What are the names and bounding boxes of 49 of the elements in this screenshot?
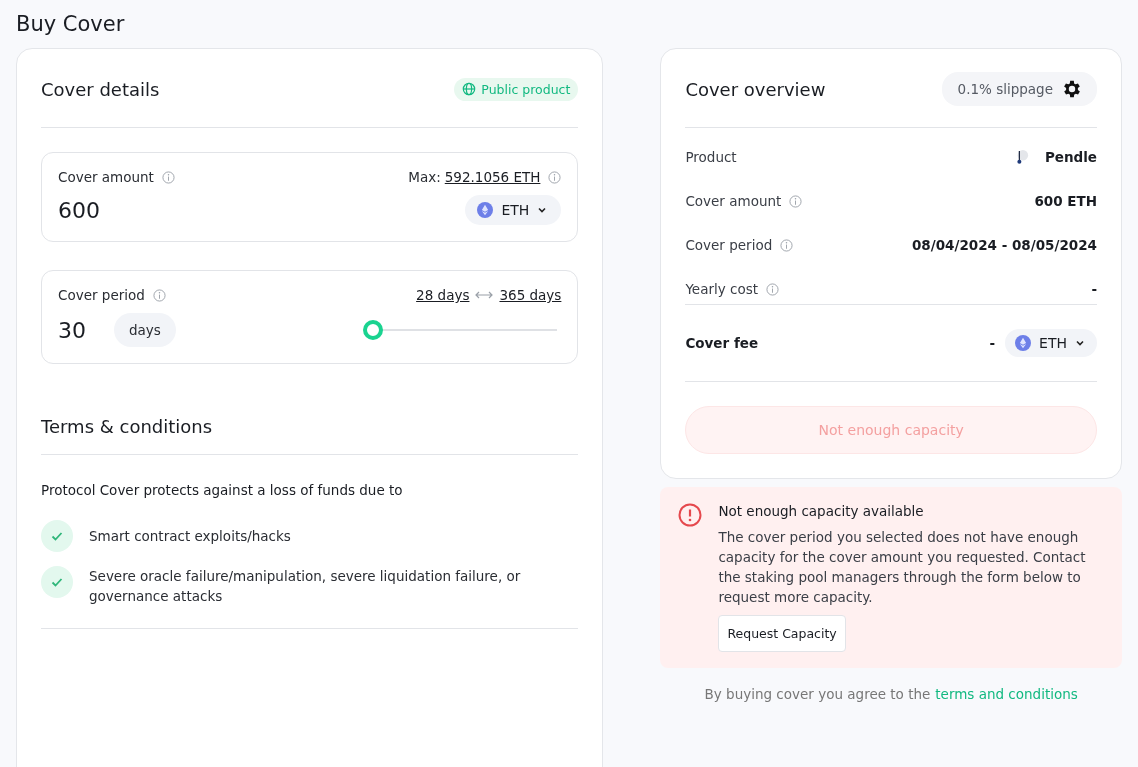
coverage-item-text: Severe oracle failure/manipulation, severe liquidation failure, or governance attacks bbox=[89, 567, 522, 606]
overview-value: - bbox=[1091, 281, 1097, 297]
alert-message: The cover period you selected does not have enough capacity for the cover amount you requested. Contact the staking pool managers through the form below to request more capacity. bbox=[718, 528, 1087, 607]
max-label: Max: bbox=[408, 169, 441, 185]
alert-title: Not enough capacity available bbox=[718, 503, 925, 519]
days-unit-chip: days bbox=[114, 313, 176, 347]
slippage-button[interactable]: 0.1% slippage bbox=[941, 72, 1097, 106]
ethereum-icon bbox=[477, 202, 494, 218]
page-title: Buy Cover bbox=[16, 11, 126, 38]
overview-label: Yearly cost bbox=[685, 281, 758, 297]
overview-label: Cover amount bbox=[685, 193, 782, 209]
max-period-link[interactable]: 365 days bbox=[499, 287, 562, 303]
footer-text: By buying cover you agree to the bbox=[704, 686, 931, 702]
cover-fee-value: - bbox=[989, 335, 996, 351]
overview-value: 600 ETH bbox=[1034, 193, 1097, 209]
max-amount-link[interactable]: 592.1056 ETH bbox=[444, 169, 541, 185]
double-arrow-icon bbox=[475, 290, 494, 300]
ethereum-icon bbox=[1015, 335, 1032, 351]
settings-icon bbox=[1061, 78, 1083, 100]
coverage-item-text: Smart contract exploits/hacks bbox=[89, 527, 291, 546]
cover-period-input[interactable]: 30 bbox=[58, 317, 98, 343]
globe-icon bbox=[462, 82, 477, 96]
chevron-down-icon bbox=[1075, 338, 1085, 348]
section-title: Cover details bbox=[41, 78, 160, 100]
product-name: Pendle bbox=[1044, 149, 1097, 165]
overview-label: Product bbox=[685, 149, 737, 165]
currency-selector[interactable]: ETH bbox=[465, 195, 562, 225]
overview-value: 08/04/2024 - 08/05/2024 bbox=[911, 237, 1097, 253]
min-period-link[interactable]: 28 days bbox=[416, 287, 470, 303]
info-icon bbox=[548, 170, 562, 184]
overview-label: Cover period bbox=[685, 237, 773, 253]
check-icon bbox=[41, 566, 73, 598]
check-icon bbox=[41, 520, 73, 552]
cover-amount-input[interactable]: 600 bbox=[58, 197, 178, 223]
section-title: Terms & conditions bbox=[41, 416, 214, 437]
info-icon bbox=[161, 170, 175, 184]
section-title: Cover overview bbox=[685, 78, 826, 100]
warning-icon bbox=[678, 503, 703, 527]
request-capacity-button[interactable]: Request Capacity bbox=[718, 615, 846, 652]
chevron-down-icon bbox=[537, 205, 548, 215]
product-logo-icon bbox=[1014, 148, 1029, 166]
badge-label: Public product bbox=[481, 81, 571, 97]
field-label: Cover amount bbox=[58, 169, 154, 185]
info-icon bbox=[152, 288, 166, 302]
cover-fee-label: Cover fee bbox=[685, 335, 759, 351]
currency-selector[interactable]: ETH bbox=[1005, 329, 1097, 357]
terms-intro: Protocol Cover protects against a loss of funds due to bbox=[41, 482, 404, 498]
field-label: Cover period bbox=[58, 287, 145, 303]
slider-thumb[interactable] bbox=[362, 320, 383, 340]
